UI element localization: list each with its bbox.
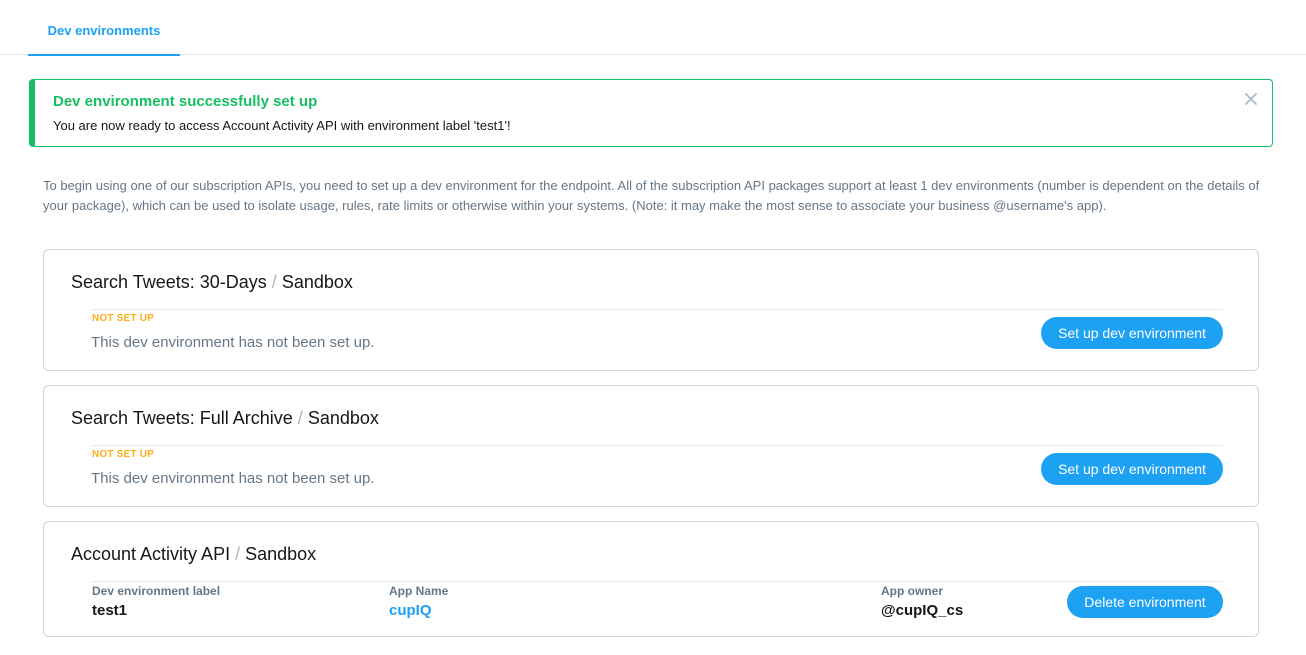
- divider: [91, 309, 1223, 310]
- app-name-field: App Name cupIQ: [389, 584, 448, 619]
- app-name-link[interactable]: cupIQ: [389, 602, 448, 619]
- field-label: App owner: [881, 584, 943, 598]
- setup-dev-environment-button[interactable]: Set up dev environment: [1041, 317, 1223, 349]
- alert-message: You are now ready to access Account Acti…: [53, 118, 511, 133]
- tab-dev-environments[interactable]: Dev environments: [28, 0, 180, 56]
- app-owner-field: App owner @cupIQ_cs: [881, 584, 963, 619]
- env-name: Account Activity API: [71, 544, 231, 564]
- status-badge: NOT SET UP: [92, 313, 155, 324]
- field-value: @cupIQ_cs: [881, 602, 964, 619]
- title-separator: /: [235, 544, 241, 564]
- tab-label: Dev environments: [47, 23, 161, 38]
- env-tier: Sandbox: [281, 272, 353, 292]
- success-alert: Dev environment successfully set up You …: [29, 79, 1273, 147]
- field-label: App Name: [389, 584, 449, 598]
- field-label: Dev environment label: [92, 584, 221, 598]
- env-title: Account Activity API / Sandbox: [71, 544, 316, 565]
- env-title: Search Tweets: Full Archive / Sandbox: [71, 408, 379, 429]
- alert-title: Dev environment successfully set up: [53, 93, 318, 110]
- title-separator: /: [297, 408, 303, 428]
- active-tab-indicator: [28, 54, 180, 56]
- status-message: This dev environment has not been set up…: [91, 334, 375, 351]
- env-name: Search Tweets: Full Archive: [71, 408, 293, 428]
- env-card-account-activity: Account Activity API / Sandbox Dev envir…: [43, 521, 1259, 637]
- field-value: test1: [92, 602, 128, 619]
- env-name: Search Tweets: 30-Days: [71, 272, 267, 292]
- intro-text: To begin using one of our subscription A…: [43, 178, 1260, 213]
- divider: [91, 445, 1223, 446]
- env-card-search-full-archive: Search Tweets: Full Archive / Sandbox NO…: [43, 385, 1259, 507]
- delete-environment-button[interactable]: Delete environment: [1067, 586, 1223, 618]
- divider: [91, 581, 1223, 582]
- close-icon[interactable]: [1244, 92, 1258, 106]
- status-message: This dev environment has not been set up…: [91, 470, 375, 487]
- status-badge: NOT SET UP: [92, 449, 155, 460]
- dev-environment-label-field: Dev environment label test1: [92, 584, 220, 619]
- setup-dev-environment-button[interactable]: Set up dev environment: [1041, 453, 1223, 485]
- env-tier: Sandbox: [307, 408, 379, 428]
- tab-bar: Dev environments: [0, 0, 1306, 56]
- env-card-search-30-days: Search Tweets: 30-Days / Sandbox NOT SET…: [43, 249, 1259, 371]
- env-title: Search Tweets: 30-Days / Sandbox: [71, 272, 353, 293]
- env-tier: Sandbox: [245, 544, 317, 564]
- title-separator: /: [271, 272, 277, 292]
